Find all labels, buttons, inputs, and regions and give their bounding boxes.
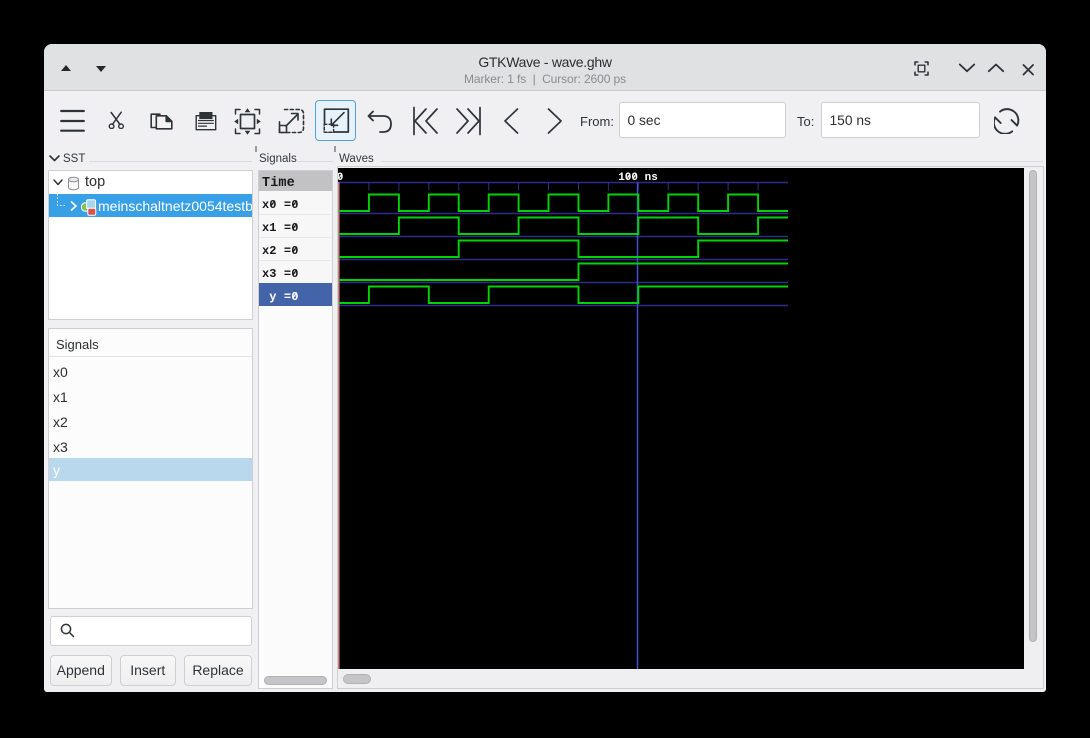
svg-text:100 ns: 100 ns [618,172,658,184]
svg-text:0: 0 [338,172,343,184]
